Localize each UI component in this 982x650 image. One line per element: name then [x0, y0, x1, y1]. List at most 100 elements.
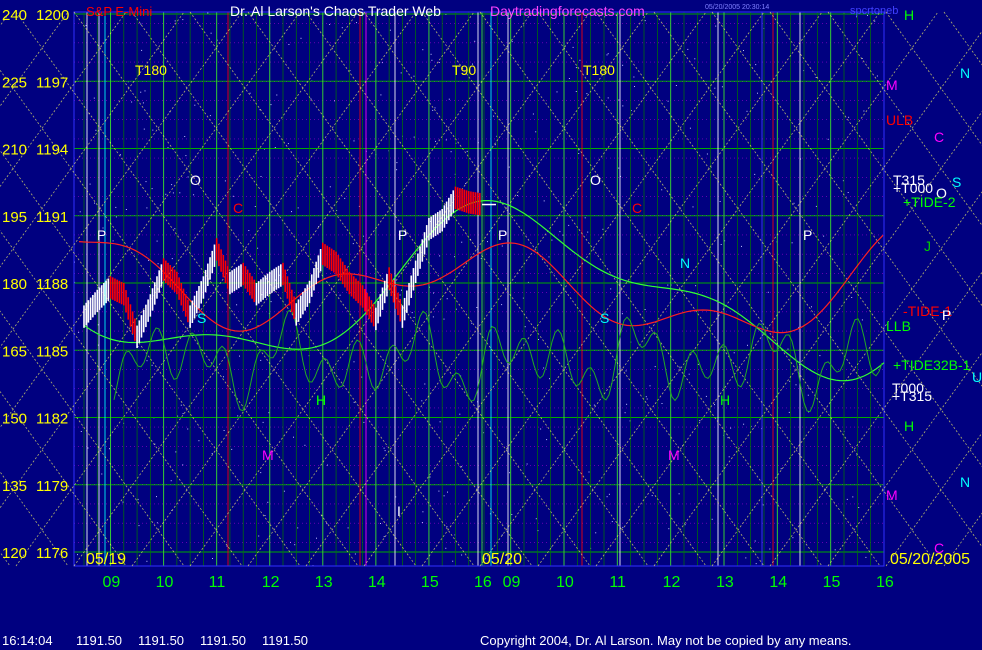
- star-dot: [258, 535, 260, 537]
- star-dot: [524, 326, 526, 328]
- star-dot: [876, 75, 878, 77]
- star-dot: [413, 75, 415, 77]
- star-dot: [85, 24, 87, 26]
- star-dot: [115, 216, 117, 218]
- star-dot: [260, 359, 262, 361]
- star-dot: [254, 206, 256, 207]
- star-dot: [297, 527, 299, 529]
- y-axis-tick-left: 225: [2, 74, 27, 91]
- star-dot: [461, 466, 463, 468]
- star-dot: [622, 64, 624, 66]
- star-dot: [149, 286, 150, 288]
- star-dot: [156, 522, 158, 524]
- star-dot: [146, 560, 148, 562]
- star-dot: [257, 247, 259, 249]
- star-dot: [706, 153, 708, 155]
- star-dot: [211, 453, 213, 454]
- star-dot: [625, 370, 627, 372]
- star-dot: [144, 90, 146, 92]
- y-axis-tick-left: 135: [2, 478, 27, 495]
- star-dot: [719, 201, 721, 202]
- star-dot: [396, 162, 398, 164]
- star-dot: [455, 308, 457, 310]
- star-dot: [194, 104, 196, 106]
- star-dot: [137, 498, 139, 500]
- star-dot: [865, 556, 867, 558]
- y-axis-tick-left: 180: [2, 276, 27, 293]
- star-dot: [711, 518, 713, 520]
- star-dot: [644, 309, 646, 310]
- right-label: LLB: [886, 318, 911, 334]
- star-dot: [297, 207, 299, 209]
- star-dot: [260, 176, 262, 177]
- star-dot: [851, 297, 853, 298]
- star-dot: [540, 428, 542, 430]
- x-axis-tick-day2: 09: [503, 574, 521, 591]
- star-dot: [692, 206, 694, 208]
- star-dot: [684, 524, 686, 526]
- footer-close: 1191.50: [262, 633, 308, 648]
- right-label: N: [960, 65, 970, 81]
- star-dot: [344, 197, 346, 199]
- star-dot: [487, 241, 488, 243]
- star-dot: [721, 86, 723, 88]
- star-dot: [461, 241, 463, 243]
- star-dot: [172, 192, 174, 194]
- x-axis-tick-day2: 13: [716, 574, 734, 591]
- star-dot: [347, 527, 349, 529]
- star-dot: [101, 473, 103, 475]
- star-dot: [579, 59, 581, 61]
- star-dot: [236, 304, 238, 306]
- star-dot: [120, 154, 121, 156]
- star-dot: [808, 387, 810, 389]
- x-axis-tick-day1: 15: [421, 574, 439, 591]
- star-dot: [715, 25, 717, 27]
- star-dot: [861, 319, 863, 321]
- star-dot: [283, 490, 285, 492]
- star-dot: [611, 521, 613, 523]
- star-dot: [610, 288, 612, 290]
- star-dot: [291, 211, 292, 213]
- star-dot: [262, 421, 264, 423]
- star-dot: [140, 91, 142, 93]
- star-dot: [146, 360, 148, 362]
- star-dot: [179, 192, 181, 194]
- star-dot: [174, 228, 176, 230]
- star-dot: [443, 495, 445, 497]
- right-label: ULB: [886, 112, 913, 128]
- star-dot: [578, 153, 580, 154]
- footer-copyright: Copyright 2004, Dr. Al Larson. May not b…: [480, 633, 851, 648]
- star-dot: [667, 284, 669, 286]
- in-chart-label: P: [398, 227, 407, 243]
- star-dot: [606, 54, 608, 56]
- star-dot: [329, 186, 331, 188]
- annotation-top: T180: [583, 62, 615, 78]
- star-dot: [180, 404, 182, 406]
- star-dot: [757, 92, 758, 94]
- star-dot: [593, 404, 595, 406]
- star-dot: [288, 44, 290, 45]
- star-dot: [432, 316, 434, 318]
- star-dot: [109, 448, 110, 450]
- star-dot: [858, 507, 860, 508]
- star-dot: [341, 27, 343, 29]
- star-dot: [846, 498, 848, 500]
- right-label: +TIDE32B-1: [893, 357, 971, 373]
- header-timestamp: 05/20/2005 20:30:14: [705, 4, 769, 11]
- star-dot: [353, 361, 355, 363]
- star-dot: [430, 53, 432, 55]
- star-dot: [421, 522, 423, 523]
- star-dot: [661, 403, 663, 404]
- star-dot: [138, 525, 140, 527]
- star-dot: [509, 472, 511, 474]
- star-dot: [353, 401, 355, 403]
- star-dot: [754, 173, 756, 175]
- star-dot: [586, 93, 588, 95]
- in-chart-label: O: [190, 172, 201, 188]
- star-dot: [274, 147, 276, 148]
- in-chart-label: I: [397, 503, 401, 519]
- star-dot: [780, 468, 782, 470]
- star-dot: [526, 463, 528, 465]
- star-dot: [551, 239, 553, 241]
- star-dot: [622, 105, 624, 107]
